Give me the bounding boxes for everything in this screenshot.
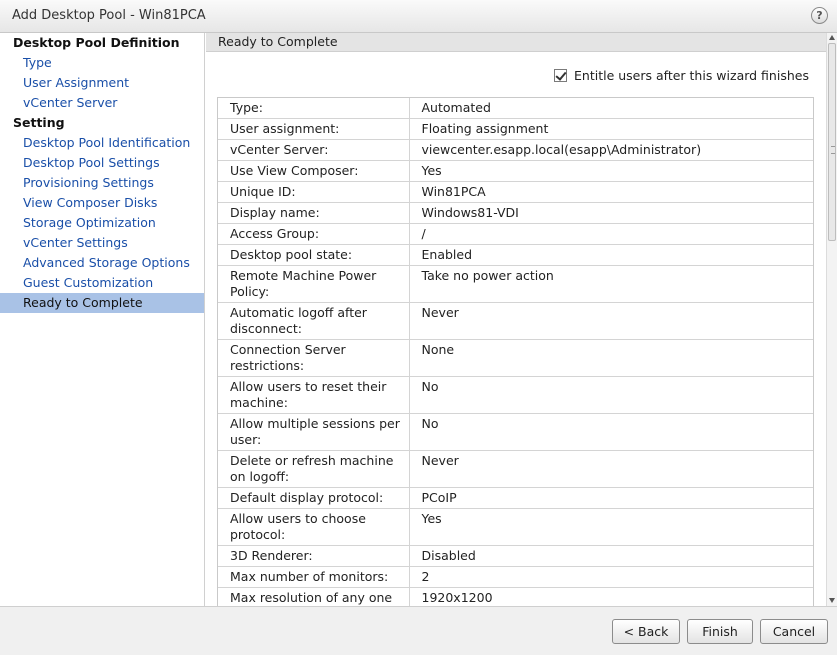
sidebar-item[interactable]: vCenter Settings (0, 233, 204, 253)
row-key: Desktop pool state: (218, 244, 410, 266)
table-row: Default display protocol: PCoIP (218, 487, 813, 509)
row-value: Floating assignment (409, 118, 813, 140)
row-key: Allow multiple sessions per user: (218, 413, 410, 451)
row-value: Take no power action (409, 265, 813, 303)
row-key: Access Group: (218, 223, 410, 245)
sidebar-item[interactable]: View Composer Disks (0, 193, 204, 213)
row-value: None (409, 339, 813, 377)
vertical-scrollbar[interactable] (826, 33, 837, 606)
table-row: Desktop pool state: Enabled (218, 244, 813, 266)
sidebar-group-label: Desktop Pool Definition (13, 35, 180, 50)
table-row: vCenter Server: viewcenter.esapp.local(es… (218, 139, 813, 161)
sidebar-item[interactable]: Ready to Complete (0, 293, 204, 313)
row-key: Unique ID: (218, 181, 410, 203)
row-key: Type: (218, 98, 410, 119)
grip-icon (831, 146, 835, 154)
row-value: Yes (409, 160, 813, 182)
row-key: Automatic logoff after disconnect: (218, 302, 410, 340)
row-key: Allow users to reset their machine: (218, 376, 410, 414)
row-key: Max resolution of any one (218, 587, 410, 606)
row-value: No (409, 413, 813, 451)
summary-table-container: Type: Automated User assignment: Floating a… (217, 97, 814, 606)
row-key: vCenter Server: (218, 139, 410, 161)
table-row: Use View Composer: Yes (218, 160, 813, 182)
window-title: Add Desktop Pool - Win81PCA (12, 8, 206, 23)
sidebar-item[interactable]: Guest Customization (0, 273, 204, 293)
summary-table: Type: Automated User assignment: Floating a… (218, 98, 813, 606)
row-key: Remote Machine Power Policy: (218, 265, 410, 303)
table-row: Display name: Windows81-VDI (218, 202, 813, 224)
entitle-users-option[interactable]: Entitle users after this wizard finishes (554, 66, 819, 84)
row-key: Use View Composer: (218, 160, 410, 182)
table-row: Unique ID: Win81PCA (218, 181, 813, 203)
row-value: Never (409, 302, 813, 340)
sidebar-item[interactable]: Provisioning Settings (0, 173, 204, 193)
table-row: Max resolution of any one 1920x1200 (218, 587, 813, 606)
row-value: Never (409, 450, 813, 488)
finish-button[interactable]: Finish (687, 619, 753, 644)
table-row: User assignment: Floating assignment (218, 118, 813, 140)
section-title: Ready to Complete (206, 33, 826, 52)
table-row: Connection Server restrictions: None (218, 339, 813, 377)
window-titlebar: Add Desktop Pool - Win81PCA ? (0, 0, 837, 33)
sidebar-item[interactable]: Type (0, 53, 204, 73)
sidebar-item[interactable]: Desktop Pool Settings (0, 153, 204, 173)
table-row: 3D Renderer: Disabled (218, 545, 813, 567)
row-value: viewcenter.esapp.local(esapp\Administrat… (409, 139, 813, 161)
row-key: Connection Server restrictions: (218, 339, 410, 377)
sidebar-item[interactable]: Desktop Pool Identification (0, 133, 204, 153)
table-row: Delete or refresh machine on logoff: Neve… (218, 450, 813, 488)
scrollbar-thumb[interactable] (828, 43, 836, 241)
row-value: 1920x1200 (409, 587, 813, 606)
row-value: Windows81-VDI (409, 202, 813, 224)
row-value: Yes (409, 508, 813, 546)
scroll-down-icon[interactable] (829, 598, 835, 603)
row-key: Default display protocol: (218, 487, 410, 509)
table-row: Remote Machine Power Policy: Take no powe… (218, 265, 813, 303)
wizard-steps-sidebar: Desktop Pool Definition Type User Assignme… (0, 33, 205, 606)
table-row: Type: Automated (218, 98, 813, 119)
wizard-footer: < Back Finish Cancel (0, 606, 837, 655)
table-row: Access Group: / (218, 223, 813, 245)
table-row: Automatic logoff after disconnect: Never (218, 302, 813, 340)
table-row: Allow multiple sessions per user: No (218, 413, 813, 451)
row-value: 2 (409, 566, 813, 588)
scroll-up-icon[interactable] (829, 35, 835, 40)
row-value: Win81PCA (409, 181, 813, 203)
row-value: No (409, 376, 813, 414)
main-content: Ready to Complete Entitle users after th… (206, 33, 837, 606)
row-value: Automated (409, 98, 813, 119)
table-row: Allow users to reset their machine: No (218, 376, 813, 414)
table-row: Allow users to choose protocol: Yes (218, 508, 813, 546)
sidebar-item[interactable]: vCenter Server (0, 93, 204, 113)
table-row: Max number of monitors: 2 (218, 566, 813, 588)
row-key: Display name: (218, 202, 410, 224)
help-icon[interactable]: ? (811, 7, 828, 24)
sidebar-item[interactable]: Advanced Storage Options (0, 253, 204, 273)
entitle-users-label: Entitle users after this wizard finishes (574, 67, 809, 83)
back-button[interactable]: < Back (612, 619, 680, 644)
sidebar-group-label: Setting (13, 115, 65, 130)
row-key: Delete or refresh machine on logoff: (218, 450, 410, 488)
row-key: Allow users to choose protocol: (218, 508, 410, 546)
row-value: Disabled (409, 545, 813, 567)
row-value: Enabled (409, 244, 813, 266)
row-key: 3D Renderer: (218, 545, 410, 567)
row-value: PCoIP (409, 487, 813, 509)
entitle-users-checkbox[interactable] (554, 68, 567, 82)
row-key: User assignment: (218, 118, 410, 140)
cancel-button[interactable]: Cancel (760, 619, 828, 644)
row-value: / (409, 223, 813, 245)
sidebar-item[interactable]: User Assignment (0, 73, 204, 93)
row-key: Max number of monitors: (218, 566, 410, 588)
sidebar-item[interactable]: Storage Optimization (0, 213, 204, 233)
